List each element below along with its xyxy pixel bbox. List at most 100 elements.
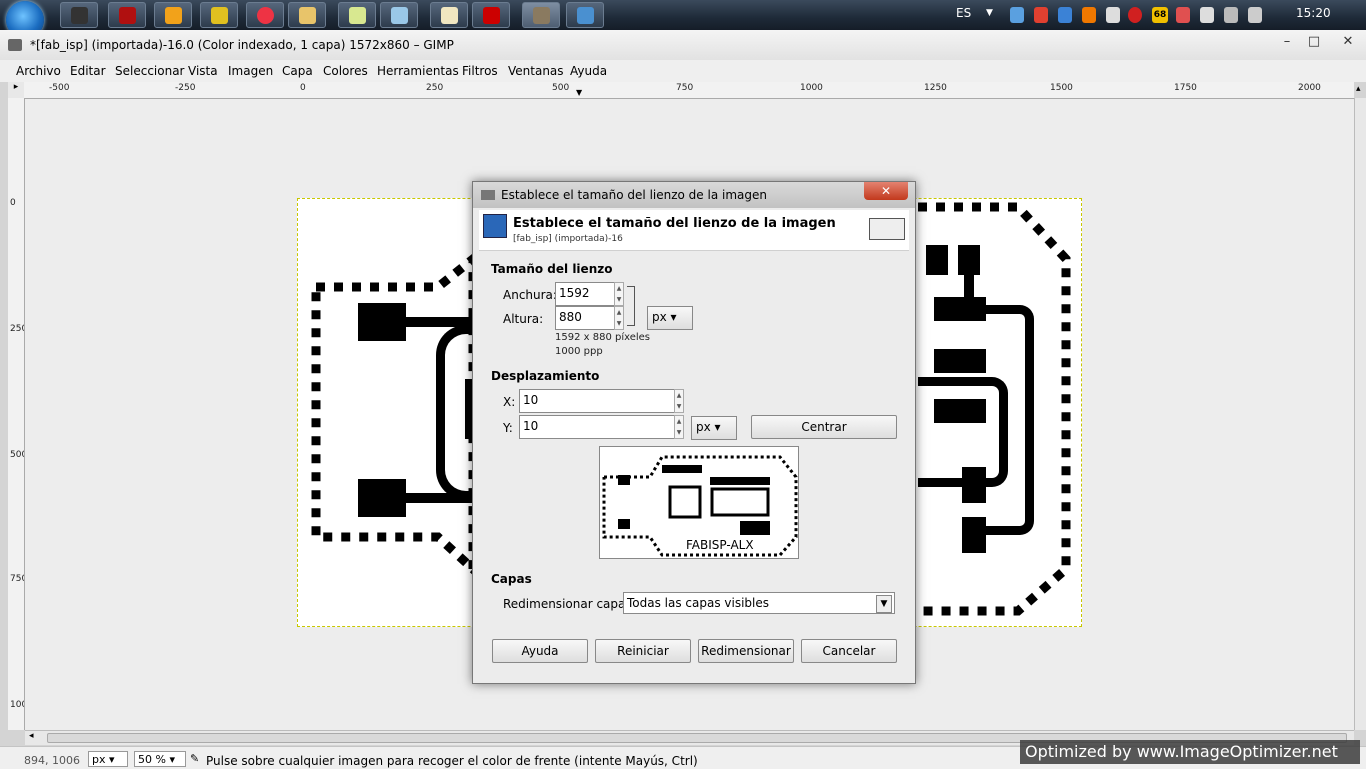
pcb-pad <box>934 297 986 321</box>
device-tray-icon[interactable] <box>1200 7 1214 23</box>
filezilla-icon <box>119 7 136 24</box>
vertical-ruler[interactable]: 0 250 500 750 1000 <box>8 98 25 730</box>
volume-tray-icon[interactable] <box>1248 7 1262 23</box>
size-unit-select[interactable]: px ▾ <box>647 306 693 330</box>
network-tray-icon[interactable] <box>1224 7 1238 23</box>
resize-layers-label: Redimensionar capas: <box>503 597 636 611</box>
image-thumbnail-icon <box>869 218 905 240</box>
reset-button[interactable]: Reiniciar <box>595 639 691 663</box>
ruler-h-label: 500 <box>552 83 570 93</box>
dialog-subheading: [fab_isp] (importada)-16 <box>513 234 623 244</box>
menu-vista[interactable]: Vista <box>188 64 218 78</box>
cloud2-tray-icon[interactable] <box>1106 7 1120 23</box>
terminal-app-button[interactable] <box>60 2 98 28</box>
ruler-h-label: 1250 <box>924 83 947 93</box>
filezilla-app-button[interactable] <box>108 2 146 28</box>
close-window-button[interactable]: ✕ <box>1337 34 1359 50</box>
maximize-button[interactable]: □ <box>1303 34 1325 50</box>
size-info: 1592 x 880 píxeles <box>555 332 651 343</box>
ruler-h-label: 750 <box>676 83 694 93</box>
ruler-v-label: 500 <box>10 450 24 460</box>
center-button[interactable]: Centrar <box>751 415 897 439</box>
clock[interactable]: 15:20 <box>1296 6 1331 20</box>
resolution-info: 1000 ppp <box>555 346 603 357</box>
menu-editar[interactable]: Editar <box>70 64 106 78</box>
ruler-v-label: 0 <box>10 198 16 208</box>
status-unit-select[interactable]: px ▾ <box>88 751 128 767</box>
x-offset-spinner[interactable]: ▲ ▼ <box>674 389 684 413</box>
y-offset-input[interactable]: 10 <box>519 415 675 439</box>
minimize-button[interactable]: – <box>1276 34 1298 50</box>
avast-tray-icon[interactable] <box>1082 7 1096 23</box>
dialog-titlebar[interactable]: Establece el tamaño del lienzo de la ima… <box>473 182 915 208</box>
resize-button[interactable]: Redimensionar <box>698 639 794 663</box>
offset-preview[interactable]: FABISP-ALX <box>599 446 799 559</box>
width-input[interactable]: 1592 <box>555 282 615 306</box>
explorer-app-button[interactable] <box>288 2 326 28</box>
ruler-v-label: 750 <box>10 574 24 584</box>
ruler-v-label: 250 <box>10 324 24 334</box>
resize-layers-value: Todas las capas visibles <box>627 596 770 610</box>
resize-layers-select[interactable]: Todas las capas visibles ▼ <box>623 592 895 614</box>
dropbox-tray-icon[interactable] <box>1058 7 1072 23</box>
status-unit-value: px <box>92 753 106 766</box>
horizontal-ruler[interactable]: -500 -250 0 250 500 750 1000 1250 1500 1… <box>24 82 1354 99</box>
ruler-h-label: 2000 <box>1298 83 1321 93</box>
menu-seleccionar[interactable]: Seleccionar <box>115 64 184 78</box>
chrome-app-button[interactable] <box>246 2 284 28</box>
acrobat-app-button[interactable] <box>472 2 510 28</box>
help-button[interactable]: Ayuda <box>492 639 588 663</box>
vertical-scrollbar[interactable]: ▴ <box>1354 84 1366 730</box>
menu-archivo[interactable]: Archivo <box>16 64 61 78</box>
ruler-corner-icon[interactable]: ▸ <box>8 82 24 98</box>
media-player-icon <box>165 7 182 24</box>
sync-tray-icon[interactable] <box>1034 7 1048 23</box>
menu-filtros[interactable]: Filtros <box>462 64 498 78</box>
width-label: Anchura: <box>503 288 557 302</box>
gimp-window-icon[interactable] <box>8 39 22 51</box>
x-offset-label: X: <box>503 395 516 409</box>
tray-expand-icon[interactable]: ▼ <box>986 8 993 18</box>
scroll-up-icon[interactable]: ▴ <box>1356 84 1361 94</box>
mega-tray-icon[interactable] <box>1128 7 1142 23</box>
notepad-icon <box>211 7 228 24</box>
width-spinner[interactable]: ▲ ▼ <box>614 282 624 306</box>
ruler-h-label: 1500 <box>1050 83 1073 93</box>
ruler-v-label: 1000 <box>10 700 24 710</box>
scroll-left-icon[interactable]: ◂ <box>29 731 34 741</box>
folders-app-button[interactable] <box>338 2 376 28</box>
notepad2-app-button[interactable] <box>380 2 418 28</box>
offset-unit-select[interactable]: px ▾ <box>691 416 737 440</box>
y-offset-value: 10 <box>523 419 539 433</box>
offset-unit-value: px <box>696 420 711 434</box>
width-value: 1592 <box>559 286 590 300</box>
menu-ventanas[interactable]: Ventanas <box>508 64 564 78</box>
notepad-app-button[interactable] <box>200 2 238 28</box>
language-indicator[interactable]: ES <box>956 6 971 20</box>
window-app-button[interactable] <box>566 2 604 28</box>
temperature-tray-badge[interactable]: 68 <box>1152 7 1168 23</box>
media-player-app-button[interactable] <box>154 2 192 28</box>
status-zoom-select[interactable]: 50 % ▾ <box>134 751 186 767</box>
menu-capa[interactable]: Capa <box>282 64 313 78</box>
dialog-heading: Establece el tamaño del lienzo de la ima… <box>513 216 836 231</box>
chain-link-icon[interactable] <box>627 286 635 326</box>
menu-imagen[interactable]: Imagen <box>228 64 273 78</box>
x-offset-input[interactable]: 10 <box>519 389 675 413</box>
pcb-pad <box>358 303 406 341</box>
flag-tray-icon[interactable] <box>1176 7 1190 23</box>
menu-herramientas[interactable]: Herramientas <box>377 64 459 78</box>
height-spinner[interactable]: ▲ ▼ <box>614 306 624 330</box>
menu-ayuda[interactable]: Ayuda <box>570 64 607 78</box>
menu-colores[interactable]: Colores <box>323 64 368 78</box>
paint-app-button[interactable] <box>430 2 468 28</box>
chevron-down-icon[interactable]: ▼ <box>876 595 892 613</box>
y-offset-spinner[interactable]: ▲ ▼ <box>674 415 684 439</box>
height-input[interactable]: 880 <box>555 306 615 330</box>
cancel-button[interactable]: Cancelar <box>801 639 897 663</box>
ruler-h-label: 250 <box>426 83 444 93</box>
cloud-tray-icon[interactable] <box>1010 7 1024 23</box>
dialog-close-button[interactable]: ✕ <box>864 182 908 200</box>
gimp-app-button[interactable] <box>522 2 560 28</box>
ruler-pointer-icon: ▼ <box>576 88 583 97</box>
